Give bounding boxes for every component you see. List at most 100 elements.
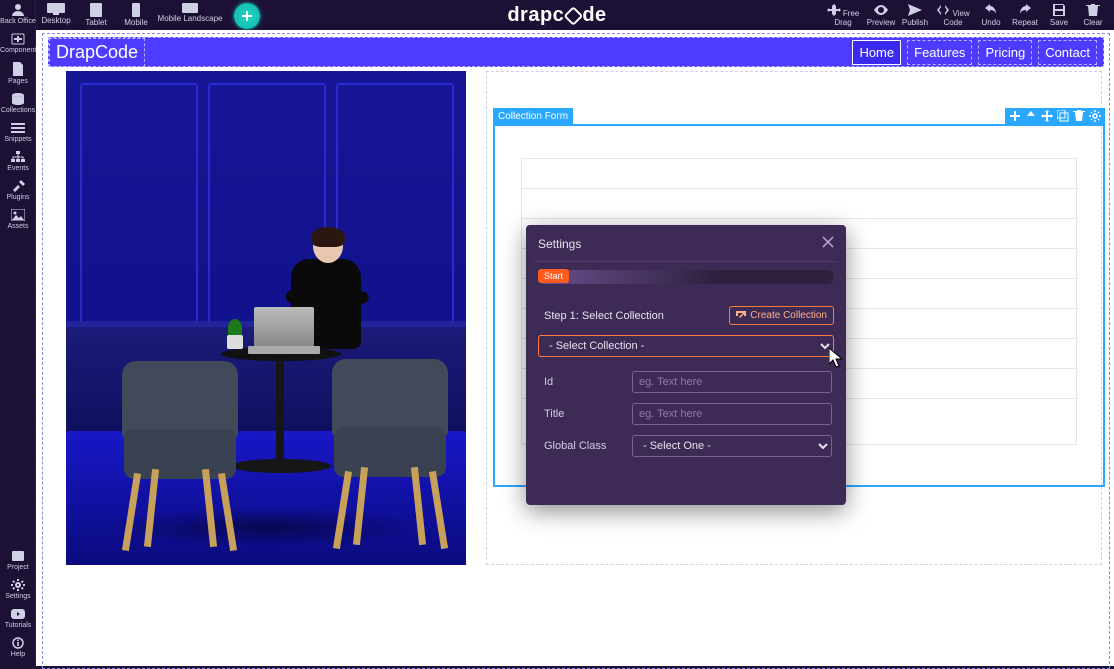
topbar-right: Free Drag Preview Publish View Code Undo…	[822, 4, 1110, 27]
publish-label: Publish	[902, 18, 928, 27]
app-brand: drapc de	[507, 4, 606, 27]
rail-project[interactable]: Project	[0, 546, 36, 575]
rail-plugins-label: Plugins	[7, 194, 30, 201]
close-icon	[822, 236, 834, 248]
title-field[interactable]	[632, 403, 832, 425]
trash-icon	[1086, 4, 1100, 16]
device-mobile-label: Mobile	[124, 18, 148, 27]
create-collection-label: Create Collection	[750, 310, 827, 321]
wizard-progress: Start	[538, 270, 834, 284]
id-field[interactable]	[632, 371, 832, 393]
id-label: Id	[544, 376, 624, 388]
user-tie-icon	[11, 4, 25, 16]
global-class-dropdown[interactable]: - Select One -	[632, 435, 832, 457]
rail-back-office-label: Back Office	[0, 18, 36, 25]
left-rail: Back Office Components Pages Collections…	[0, 0, 36, 666]
info-icon	[11, 637, 25, 649]
rail-events[interactable]: Events	[0, 147, 36, 176]
rail-components[interactable]: Components	[0, 29, 36, 58]
delete-icon[interactable]	[1073, 110, 1085, 122]
create-collection-button[interactable]: Create Collection	[729, 306, 834, 325]
device-desktop[interactable]: Desktop	[36, 2, 76, 25]
free-drag-button[interactable]: Free Drag	[822, 4, 864, 27]
nav-contact[interactable]: Contact	[1038, 40, 1097, 65]
device-tablet-label: Tablet	[85, 18, 106, 27]
tools-icon	[11, 180, 25, 192]
global-class-label: Global Class	[544, 440, 624, 452]
rail-project-label: Project	[7, 564, 29, 571]
clear-button[interactable]: Clear	[1076, 4, 1110, 27]
add-button[interactable]	[234, 3, 260, 29]
brand-suffix: de	[582, 4, 606, 27]
hero-image[interactable]	[66, 71, 466, 565]
save-button[interactable]: Save	[1042, 4, 1076, 27]
device-switcher: Desktop Tablet Mobile Mobile Landscape	[36, 2, 260, 29]
device-mobile[interactable]: Mobile	[116, 2, 156, 27]
rail-tutorials[interactable]: Tutorials	[0, 604, 36, 633]
repeat-label: Repeat	[1012, 18, 1038, 27]
rail-tutorials-label: Tutorials	[5, 622, 32, 629]
navbar-brand[interactable]: DrapCode	[49, 38, 145, 67]
device-desktop-label: Desktop	[41, 16, 70, 25]
device-mobile-landscape-label: Mobile Landscape	[158, 14, 223, 23]
rail-help-label: Help	[11, 651, 25, 658]
element-toolbar	[1005, 108, 1105, 124]
plus-square-icon	[11, 33, 25, 45]
code-icon	[936, 4, 950, 16]
undo-button[interactable]: Undo	[974, 4, 1008, 27]
canvas[interactable]: DrapCode Home Features Pricing Contact C…	[36, 30, 1114, 666]
project-icon	[11, 550, 25, 562]
undo-label: Undo	[981, 18, 1000, 27]
image-icon	[11, 209, 25, 221]
paper-plane-icon	[908, 4, 922, 16]
select-collection-dropdown[interactable]: - Select Collection -	[538, 335, 834, 357]
settings-icon[interactable]	[1089, 110, 1101, 122]
external-link-icon	[736, 311, 746, 321]
eye-icon	[874, 4, 888, 16]
rail-settings-label: Settings	[5, 593, 30, 600]
repeat-button[interactable]: Repeat	[1008, 4, 1042, 27]
rail-snippets[interactable]: Snippets	[0, 118, 36, 147]
mouse-cursor-icon	[829, 348, 843, 368]
select-parent-icon[interactable]	[1025, 110, 1037, 122]
navbar-menu: Home Features Pricing Contact	[852, 40, 1103, 65]
rail-pages-label: Pages	[8, 78, 28, 85]
rail-help[interactable]: Help	[0, 633, 36, 662]
view-code-button[interactable]: View Code	[932, 4, 974, 27]
device-mobile-landscape[interactable]: Mobile Landscape	[156, 2, 224, 23]
copy-icon[interactable]	[1057, 110, 1069, 122]
move-icon[interactable]	[1041, 110, 1053, 122]
rail-settings[interactable]: Settings	[0, 575, 36, 604]
rail-assets-label: Assets	[7, 223, 28, 230]
save-icon	[1052, 4, 1066, 16]
rail-snippets-label: Snippets	[4, 136, 31, 143]
rail-components-label: Components	[0, 47, 40, 54]
nav-home[interactable]: Home	[852, 40, 901, 65]
save-label: Save	[1050, 18, 1068, 27]
rail-events-label: Events	[7, 165, 28, 172]
topbar: Desktop Tablet Mobile Mobile Landscape d…	[0, 0, 1114, 30]
brand-prefix: drapc	[507, 4, 564, 27]
settings-popover: Settings Start Step 1: Select Collection…	[526, 225, 846, 505]
close-button[interactable]	[822, 235, 834, 253]
preview-button[interactable]: Preview	[864, 4, 898, 27]
rail-pages[interactable]: Pages	[0, 58, 36, 89]
redo-icon	[1018, 4, 1032, 16]
preview-label: Preview	[867, 18, 895, 27]
add-icon[interactable]	[1009, 110, 1021, 122]
rail-collections[interactable]: Collections	[0, 89, 36, 118]
rail-assets[interactable]: Assets	[0, 205, 36, 234]
plus-icon	[240, 9, 254, 23]
nav-pricing[interactable]: Pricing	[978, 40, 1032, 65]
preview-navbar[interactable]: DrapCode Home Features Pricing Contact	[48, 37, 1104, 67]
publish-button[interactable]: Publish	[898, 4, 932, 27]
youtube-icon	[11, 608, 25, 620]
step1-label: Step 1: Select Collection	[544, 310, 664, 322]
rail-back-office[interactable]: Back Office	[0, 0, 36, 29]
device-tablet[interactable]: Tablet	[76, 2, 116, 27]
clear-label: Clear	[1083, 18, 1102, 27]
nav-features[interactable]: Features	[907, 40, 972, 65]
undo-icon	[984, 4, 998, 16]
gear-icon	[11, 579, 25, 591]
rail-plugins[interactable]: Plugins	[0, 176, 36, 205]
